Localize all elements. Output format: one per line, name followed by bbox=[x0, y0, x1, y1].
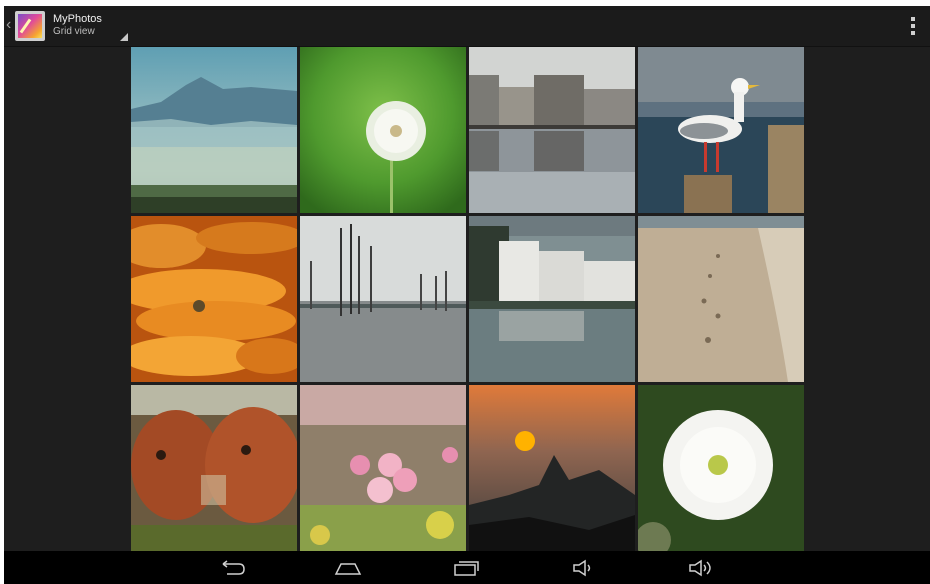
photo-image bbox=[300, 385, 466, 551]
photo-image bbox=[638, 385, 804, 551]
overflow-dot bbox=[911, 17, 915, 21]
photo-sunset-over-peaks[interactable] bbox=[469, 385, 635, 551]
spinner-indicator-icon bbox=[120, 33, 128, 41]
up-caret-icon[interactable]: ‹ bbox=[6, 15, 11, 35]
recent-apps-icon bbox=[454, 560, 479, 576]
overflow-dot bbox=[911, 31, 915, 35]
photo-white-daisy-flower[interactable] bbox=[638, 385, 804, 551]
overflow-dot bbox=[911, 24, 915, 28]
overflow-menu-icon[interactable] bbox=[910, 17, 916, 35]
app-icon[interactable] bbox=[15, 11, 45, 41]
photo-footprints-on-beach[interactable] bbox=[638, 216, 804, 382]
view-spinner[interactable]: MyPhotos Grid view bbox=[53, 13, 128, 41]
screen: ‹ MyPhotos Grid view bbox=[4, 6, 930, 584]
photo-grid bbox=[131, 47, 804, 551]
navigation-bar bbox=[4, 551, 930, 584]
photo-image bbox=[469, 385, 635, 551]
photo-image bbox=[638, 216, 804, 382]
photo-oxen[interactable] bbox=[131, 385, 297, 551]
recent-apps-button[interactable] bbox=[444, 554, 488, 581]
photo-village-reflection-in-water[interactable] bbox=[469, 47, 635, 213]
photo-image bbox=[131, 216, 297, 382]
home-icon bbox=[334, 562, 362, 575]
volume-down-icon bbox=[573, 559, 591, 576]
photo-corn-cobs[interactable] bbox=[131, 216, 297, 382]
back-icon bbox=[222, 559, 245, 575]
volume-down-button[interactable] bbox=[562, 554, 606, 581]
view-label: Grid view bbox=[53, 26, 95, 37]
photo-seagull-on-post[interactable] bbox=[638, 47, 804, 213]
action-bar: ‹ MyPhotos Grid view bbox=[4, 6, 930, 47]
photo-image bbox=[300, 47, 466, 213]
photo-image bbox=[638, 47, 804, 213]
volume-up-icon bbox=[689, 559, 711, 576]
photo-image bbox=[131, 47, 297, 213]
volume-up-button[interactable] bbox=[678, 554, 722, 581]
photo-dandelion-seedhead[interactable] bbox=[300, 47, 466, 213]
photo-bare-trees-in-lake[interactable] bbox=[300, 216, 466, 382]
app-title: MyPhotos bbox=[53, 13, 102, 25]
photo-image bbox=[131, 385, 297, 551]
photo-image bbox=[300, 216, 466, 382]
photo-image bbox=[469, 216, 635, 382]
photo-misty-mountain-landscape[interactable] bbox=[131, 47, 297, 213]
back-button[interactable] bbox=[210, 554, 254, 581]
app-logo bbox=[18, 14, 42, 38]
home-button[interactable] bbox=[326, 554, 370, 581]
photo-image bbox=[469, 47, 635, 213]
photo-peach-blossoms[interactable] bbox=[300, 385, 466, 551]
photo-white-houses-by-lake[interactable] bbox=[469, 216, 635, 382]
